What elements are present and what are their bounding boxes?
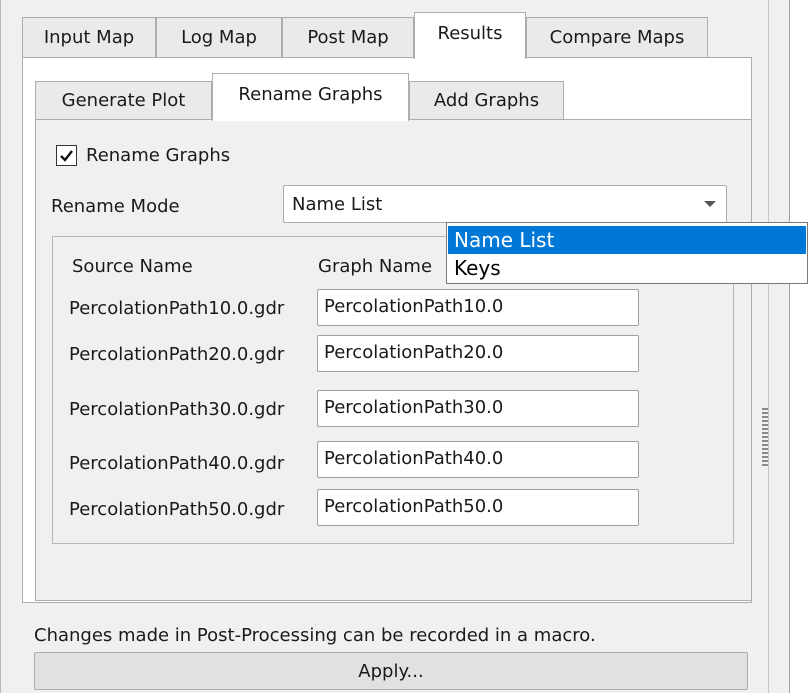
tab-results-label: Results [437, 22, 503, 44]
checkmark-icon [60, 149, 73, 162]
tab-input-map-label: Input Map [43, 27, 135, 48]
splitter-line [768, 0, 769, 693]
tab-add-graphs[interactable]: Add Graphs [409, 81, 564, 119]
tab-post-map-label: Post Map [307, 27, 389, 48]
tab-rename-graphs-label: Rename Graphs [238, 84, 383, 105]
source-name-cell: PercolationPath40.0.gdr [69, 453, 285, 474]
macro-note: Changes made in Post-Processing can be r… [34, 625, 596, 646]
dropdown-option-name-list[interactable]: Name List [448, 226, 806, 254]
tab-add-graphs-label: Add Graphs [433, 90, 540, 111]
rename-mode-dropdown: Name List Keys [446, 222, 808, 284]
source-name-header: Source Name [72, 256, 193, 277]
tab-generate-plot-label: Generate Plot [61, 90, 186, 111]
panel-border [0, 0, 1, 693]
tab-input-map[interactable]: Input Map [22, 17, 156, 57]
graph-name-input[interactable]: PercolationPath40.0 [317, 441, 639, 478]
source-name-cell: PercolationPath10.0.gdr [69, 298, 285, 319]
source-name-cell: PercolationPath20.0.gdr [69, 344, 285, 365]
dropdown-option-keys[interactable]: Keys [448, 254, 806, 282]
source-name-cell: PercolationPath50.0.gdr [69, 499, 285, 520]
splitter-handle[interactable] [762, 408, 768, 466]
rename-mode-select[interactable]: Name List [283, 185, 727, 223]
tab-log-map[interactable]: Log Map [156, 17, 282, 57]
graph-name-input[interactable]: PercolationPath50.0 [317, 489, 639, 526]
apply-button-label: Apply... [358, 660, 424, 682]
tab-log-map-label: Log Map [181, 27, 257, 48]
rename-mode-label: Rename Mode [51, 196, 180, 217]
tab-generate-plot[interactable]: Generate Plot [35, 81, 212, 119]
tab-compare-maps[interactable]: Compare Maps [526, 17, 708, 57]
graph-name-input[interactable]: PercolationPath10.0 [317, 289, 639, 326]
tab-results[interactable]: Results [414, 12, 526, 59]
apply-button[interactable]: Apply... [34, 652, 748, 690]
rename-graphs-checkbox[interactable] [56, 145, 77, 166]
tab-post-map[interactable]: Post Map [282, 17, 414, 57]
graph-name-input[interactable]: PercolationPath20.0 [317, 335, 639, 372]
chevron-down-icon [704, 201, 716, 207]
rename-mode-value: Name List [292, 194, 383, 215]
tab-rename-graphs[interactable]: Rename Graphs [212, 73, 409, 121]
source-name-cell: PercolationPath30.0.gdr [69, 399, 285, 420]
graph-name-input[interactable]: PercolationPath30.0 [317, 390, 639, 427]
graph-name-header: Graph Name [318, 256, 433, 277]
rename-graphs-checkbox-label: Rename Graphs [86, 145, 231, 166]
tab-compare-maps-label: Compare Maps [549, 27, 685, 48]
